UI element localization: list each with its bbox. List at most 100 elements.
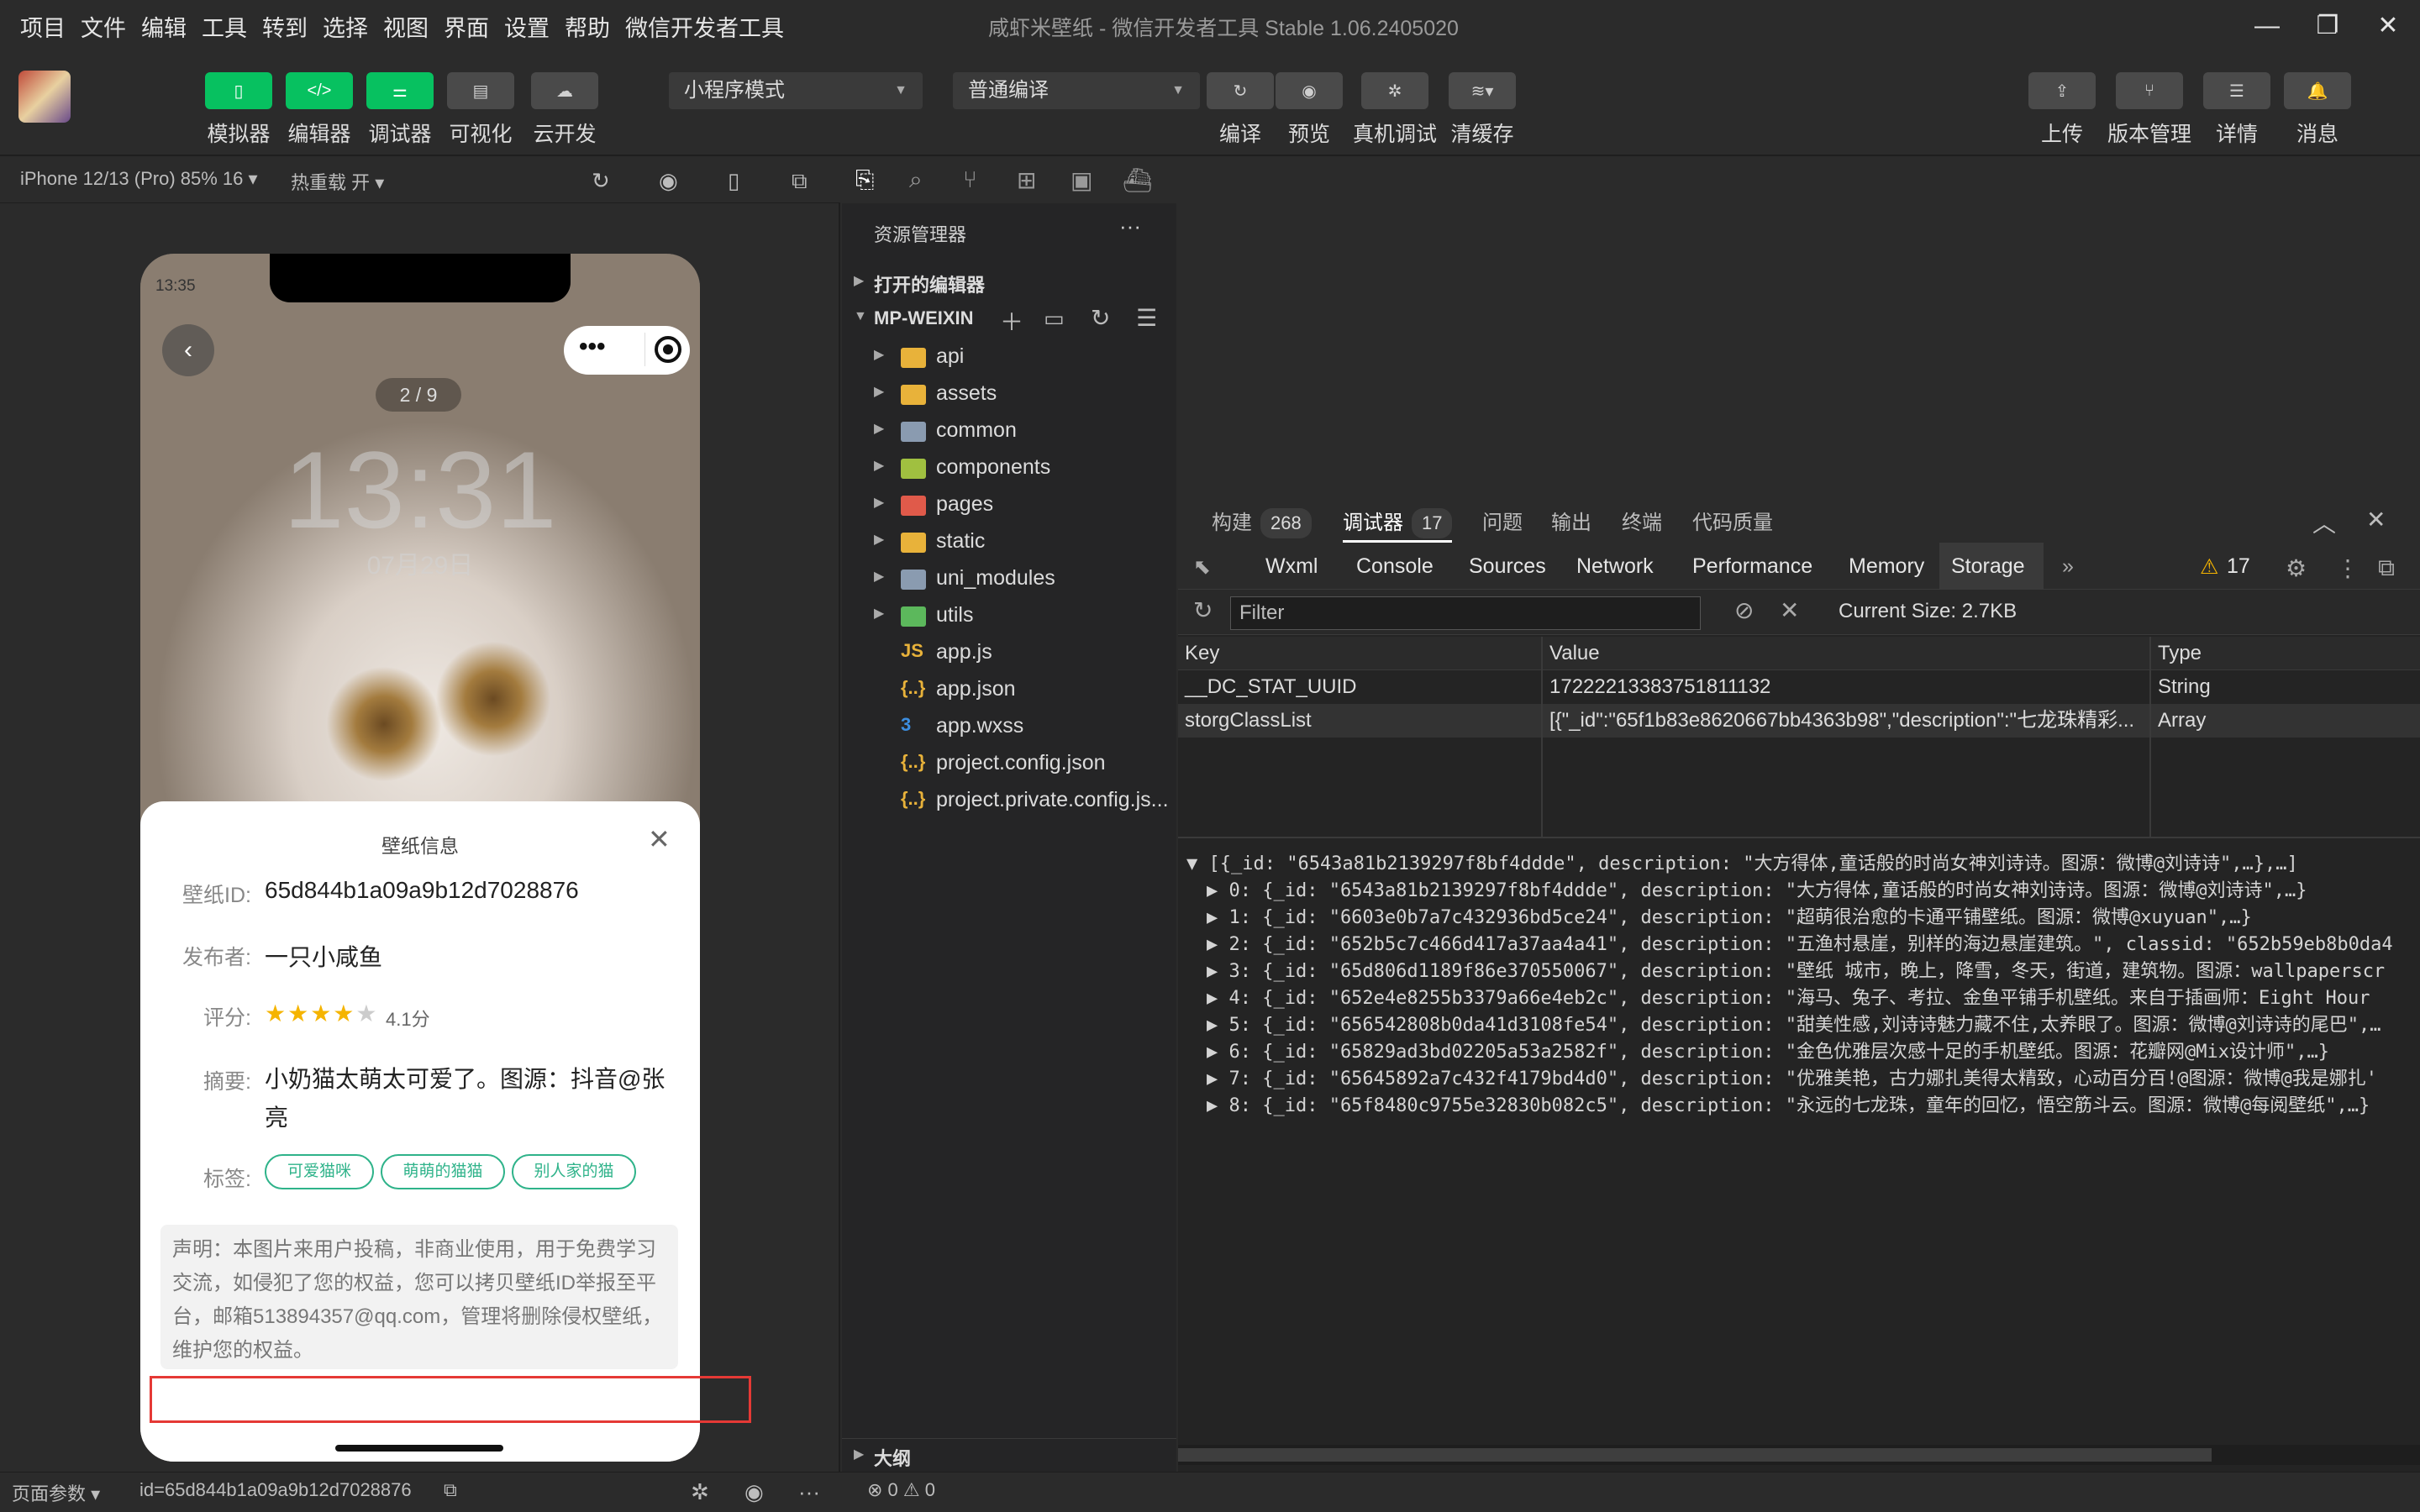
column-header-type[interactable]: Type	[2151, 637, 2202, 670]
docker-icon[interactable]: ⛴	[1123, 166, 1153, 194]
tab-output[interactable]: 输出	[1551, 506, 1591, 535]
copy-icon[interactable]: ⧉	[444, 1479, 457, 1501]
tab-storage-active[interactable]: Storage	[1939, 543, 2044, 590]
more-icon[interactable]: ···	[1119, 213, 1141, 239]
collapse-icon[interactable]: ☰	[1136, 304, 1157, 332]
folder-item[interactable]: ▶ assets	[842, 376, 1176, 413]
version-button[interactable]: ⑂	[2116, 72, 2183, 109]
json-array-item[interactable]: ▶ 4: {_id: "652e4e8255b3379a66e4eb2c", d…	[1207, 983, 2420, 1010]
json-array-item[interactable]: ▶ 3: {_id: "65d806d1189f86e370550067", d…	[1207, 956, 2420, 983]
tag-chip[interactable]: 别人家的猫	[512, 1154, 636, 1189]
menu-interface[interactable]: 界面	[444, 10, 489, 43]
open-editors-section[interactable]: ▶ 打开的编辑器	[842, 265, 1176, 302]
hot-reload-toggle[interactable]: 热重载 开 ▾	[291, 168, 384, 195]
new-file-icon[interactable]: ＋	[1000, 304, 1023, 338]
folder-item[interactable]: ▶ static	[842, 524, 1176, 561]
json-array-item[interactable]: ▶ 5: {_id: "656542808b0da41d3108fe54", d…	[1207, 1010, 2420, 1037]
maximize-icon[interactable]: ❐	[2302, 7, 2353, 45]
menu-goto[interactable]: 转到	[262, 10, 308, 43]
preview-button[interactable]: ◉	[1276, 72, 1343, 109]
eye-icon[interactable]: ◉	[744, 1479, 764, 1505]
avatar[interactable]	[18, 71, 71, 123]
json-array-item[interactable]: ▶ 8: {_id: "65f8480c9755e32830b082c5", d…	[1207, 1090, 2420, 1117]
tab-memory[interactable]: Memory	[1849, 554, 1924, 579]
refresh-icon[interactable]: ↻	[1091, 304, 1110, 332]
file-item[interactable]: 3 app.wxss	[842, 709, 1176, 746]
folder-item[interactable]: ▶ uni_modules	[842, 561, 1176, 598]
compile-select[interactable]: 普通编译 ▼	[953, 72, 1200, 109]
menu-settings[interactable]: 设置	[504, 10, 550, 43]
real-device-debug-button[interactable]: ✲	[1361, 72, 1428, 109]
tag-chip[interactable]: 可爱猫咪	[265, 1154, 374, 1189]
menu-wechat-devtools[interactable]: 微信开发者工具	[625, 10, 784, 43]
page-params-select[interactable]: 页面参数 ▾	[12, 1479, 100, 1506]
messages-button[interactable]: 🔔	[2284, 72, 2351, 109]
dock-icon[interactable]: ⧉	[2378, 554, 2395, 582]
device-icon[interactable]: ▯	[728, 168, 739, 194]
minimize-icon[interactable]: —	[2242, 7, 2292, 45]
close-window-icon[interactable]: ✕	[2363, 7, 2413, 45]
editor-toggle-button[interactable]: </>	[286, 72, 353, 109]
folder-item[interactable]: ▶ components	[842, 450, 1176, 487]
compile-button[interactable]: ↻	[1207, 72, 1274, 109]
simulator-toggle-button[interactable]: ▯	[205, 72, 272, 109]
tab-sources[interactable]: Sources	[1469, 554, 1546, 579]
json-root[interactable]: ▼ [{_id: "6543a81b2139297f8bf4ddde", des…	[1186, 848, 2413, 875]
debugger-toggle-button[interactable]: ⚌	[366, 72, 434, 109]
json-array-item[interactable]: ▶ 1: {_id: "6603e0b7a7c432936bd5ce24", d…	[1207, 902, 2420, 929]
upload-button[interactable]: ⇪	[2028, 72, 2096, 109]
popout-icon[interactable]: ⧉	[792, 168, 808, 195]
clear-cache-button[interactable]: ≋▾	[1449, 72, 1516, 109]
delete-selected-icon[interactable]: ✕	[1780, 596, 1799, 624]
more-tabs-icon[interactable]: »	[2062, 554, 2074, 579]
tag-chip[interactable]: 萌萌的猫猫	[381, 1154, 505, 1189]
json-array-item[interactable]: ▶ 2: {_id: "652b5c7c466d417a37aa4a41", d…	[1207, 929, 2420, 956]
folder-item[interactable]: ▶ common	[842, 413, 1176, 450]
tab-code-quality[interactable]: 代码质量	[1692, 506, 1773, 535]
menu-help[interactable]: 帮助	[565, 10, 610, 43]
column-divider[interactable]	[1541, 637, 1543, 838]
tab-build[interactable]: 构建 268	[1212, 506, 1312, 538]
close-icon[interactable]: ✕	[2366, 506, 2386, 533]
more-icon[interactable]: •••	[579, 333, 606, 361]
visual-toggle-button[interactable]: ▤	[447, 72, 514, 109]
details-button[interactable]: ☰	[2203, 72, 2270, 109]
close-miniprogram-icon[interactable]	[655, 336, 681, 363]
new-folder-icon[interactable]: ▭	[1044, 306, 1065, 332]
gear-icon[interactable]: ⚙	[2286, 554, 2307, 582]
storage-icon[interactable]: ▣	[1071, 166, 1092, 194]
json-array-item[interactable]: ▶ 7: {_id: "65645892a7c432f4179bd4d0", d…	[1207, 1063, 2420, 1090]
filter-input[interactable]: Filter	[1230, 596, 1701, 630]
json-array-item[interactable]: ▶ 0: {_id: "6543a81b2139297f8bf4ddde", d…	[1207, 875, 2420, 902]
scrollbar-thumb[interactable]	[1178, 1448, 2212, 1462]
file-item[interactable]: {..} project.config.json	[842, 746, 1176, 783]
menu-file[interactable]: 文件	[81, 10, 126, 43]
folder-item[interactable]: ▶ api	[842, 339, 1176, 376]
table-row[interactable]: storgClassList [{"_id":"65f1b83e8620667b…	[1178, 704, 2420, 738]
record-icon[interactable]: ◉	[659, 168, 678, 194]
tab-console[interactable]: Console	[1356, 554, 1434, 579]
more-icon[interactable]: ···	[798, 1479, 820, 1505]
file-item[interactable]: JS app.js	[842, 635, 1176, 672]
column-header-key[interactable]: Key	[1178, 637, 1219, 670]
back-button[interactable]: ‹	[162, 324, 214, 376]
menu-select[interactable]: 选择	[323, 10, 368, 43]
file-item[interactable]: {..} app.json	[842, 672, 1176, 709]
menu-tools[interactable]: 工具	[202, 10, 247, 43]
search-icon[interactable]: ⌕	[909, 166, 923, 194]
horizontal-scrollbar[interactable]	[1178, 1445, 2420, 1465]
cloud-dev-button[interactable]: ☁	[531, 72, 598, 109]
tab-terminal[interactable]: 终端	[1622, 506, 1662, 535]
tab-wxml[interactable]: Wxml	[1265, 554, 1318, 579]
inspect-icon[interactable]: ⬉	[1193, 554, 1211, 580]
files-icon[interactable]: ⎘	[855, 166, 874, 194]
tab-performance[interactable]: Performance	[1692, 554, 1812, 579]
menu-edit[interactable]: 编辑	[141, 10, 187, 43]
outline-section[interactable]: ▶ 大纲	[842, 1438, 1176, 1475]
folder-item[interactable]: ▶ pages	[842, 487, 1176, 524]
menu-view[interactable]: 视图	[383, 10, 429, 43]
project-section[interactable]: ▼ MP-WEIXIN ＋ ▭ ↻ ☰	[842, 302, 1176, 339]
table-row[interactable]: __DC_STAT_UUID 17222213383751811132 Stri…	[1178, 670, 2420, 704]
column-header-value[interactable]: Value	[1543, 637, 1600, 670]
tab-issues[interactable]: 问题	[1482, 506, 1523, 535]
